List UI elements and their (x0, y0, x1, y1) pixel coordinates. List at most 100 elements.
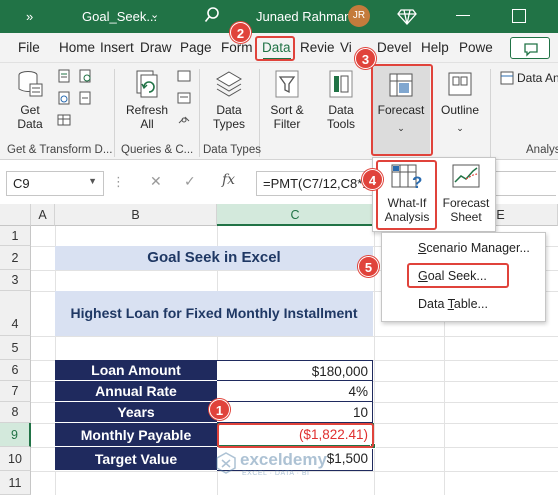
column-header-b[interactable]: B (55, 204, 217, 226)
row-header-11[interactable]: 11 (0, 471, 31, 495)
properties-icon[interactable] (177, 91, 191, 105)
tab-help[interactable]: Help (421, 40, 449, 55)
step-badge-5: 5 (358, 256, 379, 277)
data-tools-icon (329, 70, 353, 98)
row-header-1[interactable]: 1 (0, 226, 31, 246)
refresh-icon (136, 70, 158, 98)
row-header-8[interactable]: 8 (0, 402, 31, 423)
forecast-sheet-button[interactable]: Forecast Sheet (439, 162, 493, 224)
user-name[interactable]: Junaed Rahman (256, 9, 351, 24)
forecast-sheet-label: Forecast Sheet (442, 196, 490, 224)
row-header-4[interactable]: 4 (0, 291, 31, 336)
label-years[interactable]: Years (55, 402, 217, 423)
sort-filter-label: Sort & Filter (270, 103, 304, 131)
tab-draw[interactable]: Draw (140, 40, 172, 55)
ribbon-separator (114, 69, 115, 157)
forecast-sheet-icon (452, 164, 480, 188)
tab-home[interactable]: Home (59, 40, 95, 55)
edit-links-icon[interactable] (177, 113, 191, 127)
queries-connections-icon[interactable] (177, 69, 191, 83)
from-web-icon[interactable] (57, 91, 71, 105)
annotation-box-goal-seek (407, 263, 509, 288)
refresh-all-label: Refresh All (125, 103, 169, 131)
value-years[interactable]: 10 (217, 402, 373, 423)
value-loan-amount[interactable]: $180,000 (217, 360, 373, 381)
label-loan-amount[interactable]: Loan Amount (55, 360, 217, 381)
tab-review[interactable]: Revie (300, 40, 335, 55)
data-types-icon (216, 71, 242, 97)
column-header-c[interactable]: C (217, 204, 374, 226)
step-badge-4: 4 (362, 169, 383, 190)
ribbon-separator (199, 69, 200, 157)
menu-item-scenario-manager[interactable]: Scenario Manager... (418, 241, 530, 255)
search-icon[interactable] (204, 6, 220, 24)
tab-file[interactable]: File (18, 40, 40, 55)
gridline (31, 336, 558, 337)
existing-connections-icon[interactable] (78, 91, 92, 105)
tab-developer[interactable]: Devel (377, 40, 412, 55)
data-analysis-label[interactable]: Data An (517, 71, 558, 85)
row-header-10[interactable]: 10 (0, 447, 31, 471)
chevron-down-icon[interactable]: ⌄ (150, 8, 159, 21)
maximize-button[interactable] (512, 9, 526, 23)
exceldemy-logo-icon (216, 452, 236, 474)
recent-sources-icon[interactable] (78, 69, 92, 83)
select-all-corner[interactable] (0, 204, 31, 226)
tab-view[interactable]: Vi (340, 40, 352, 55)
comment-icon (524, 43, 538, 57)
annotation-box-data-tab (255, 36, 295, 61)
step-badge-3: 3 (355, 48, 376, 69)
group-label-data-types: Data Types (203, 144, 261, 156)
insert-function-button[interactable]: fx (222, 172, 235, 188)
drag-handle-icon[interactable]: ⋮ (112, 174, 125, 190)
file-name[interactable]: Goal_Seek... (82, 9, 157, 24)
outline-button[interactable]: Outline ⌄ (436, 69, 484, 135)
more-commands-button[interactable]: » (26, 9, 33, 24)
refresh-all-button[interactable]: Refresh All (122, 69, 172, 131)
enter-icon[interactable]: ✓ (184, 173, 196, 190)
row-header-9[interactable]: 9 (0, 423, 31, 447)
ribbon-separator (490, 69, 491, 157)
title-bar: » Goal_Seek... ⌄ Junaed Rahman JR (0, 0, 558, 33)
label-annual-rate[interactable]: Annual Rate (55, 381, 217, 402)
sort-filter-button[interactable]: Sort & Filter (264, 69, 310, 131)
row-header-7[interactable]: 7 (0, 381, 31, 402)
premium-diamond-icon[interactable] (397, 6, 417, 26)
label-target-value[interactable]: Target Value (55, 447, 217, 471)
value-annual-rate[interactable]: 4% (217, 381, 373, 402)
data-tools-button[interactable]: Data Tools (318, 69, 364, 131)
annotation-box-forecast (371, 64, 433, 156)
outline-label: Outline (440, 103, 480, 117)
sheet-subtitle[interactable]: Highest Loan for Fixed Monthly Installme… (55, 291, 373, 336)
avatar[interactable]: JR (348, 5, 370, 27)
watermark-tagline: EXCEL · DATA · BI (242, 470, 310, 477)
step-badge-1: 1 (209, 399, 230, 420)
annotation-box-what-if (376, 160, 437, 230)
row-header-5[interactable]: 5 (0, 336, 31, 360)
from-table-icon[interactable] (57, 113, 71, 127)
group-label-queries: Queries & C... (121, 144, 194, 156)
tab-insert[interactable]: Insert (100, 40, 134, 55)
data-tools-label: Data Tools (326, 103, 355, 131)
row-header-2[interactable]: 2 (0, 246, 31, 270)
name-box[interactable]: C9 ▼ (6, 171, 104, 196)
exceldemy-watermark: exceldemy EXCEL · DATA · BI (212, 448, 372, 480)
menu-item-data-table[interactable]: Data Table... (418, 297, 488, 311)
sheet-title[interactable]: Goal Seek in Excel (55, 246, 373, 270)
row-header-3[interactable]: 3 (0, 270, 31, 291)
name-box-value: C9 (13, 176, 30, 191)
watermark-name: exceldemy (240, 450, 327, 469)
cancel-icon[interactable]: ✕ (150, 173, 162, 190)
minimize-button[interactable] (456, 15, 470, 16)
from-text-icon[interactable] (57, 69, 71, 83)
comments-button[interactable] (510, 37, 550, 59)
row-header-6[interactable]: 6 (0, 360, 31, 381)
get-data-button[interactable]: Get Data (8, 69, 52, 131)
data-analysis-icon[interactable] (500, 71, 514, 85)
column-header-a[interactable]: A (31, 204, 55, 226)
chevron-down-icon: ▼ (88, 176, 97, 186)
label-monthly-payable[interactable]: Monthly Payable (55, 423, 217, 447)
tab-page[interactable]: Page (180, 40, 212, 55)
data-types-button[interactable]: Data Types (205, 69, 253, 131)
tab-power-pivot[interactable]: Powe (459, 40, 493, 55)
